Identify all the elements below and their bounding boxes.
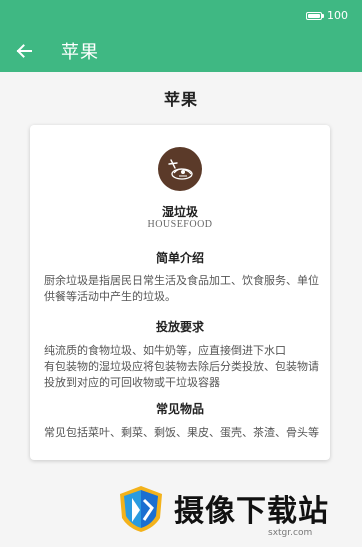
category-name-en: HOUSEFOOD [147,219,213,230]
back-button[interactable] [13,40,35,62]
intro-body: 厨余垃圾是指居民日常生活及食品加工、饮食服务、单位供餐等活动中产生的垃圾。 [44,274,319,303]
battery-indicator: 100 [306,9,348,22]
category-card: 湿垃圾 HOUSEFOOD 简单介绍 厨余垃圾是指居民日常生活及食品加工、饮食服… [30,125,330,460]
status-bar: 100 [0,0,362,30]
arrow-left-icon [16,44,32,58]
category-name: 湿垃圾 [161,205,198,219]
battery-icon [306,11,322,20]
watermark-url: sxtgr.com [268,528,313,538]
app-bar-title: 苹果 [61,42,99,63]
watermark-logo-icon [120,486,162,532]
watermark-text: 摄像下载站 [174,494,329,529]
common-items-body: 常见包括菜叶、剩菜、剩饭、果皮、蛋壳、茶渣、骨头等 [44,426,319,439]
intro-title: 简单介绍 [155,251,204,265]
app-bar: 苹果 [0,30,362,72]
page-heading: 苹果 [163,90,198,109]
common-items-title: 常见物品 [155,402,204,416]
battery-level: 100 [327,9,348,22]
watermark: 摄像下载站 sxtgr.com [118,484,358,544]
requirements-line-2: 有包装物的湿垃圾应将包装物去除后分类投放、包装物请投放到对应的可回收物或干垃圾容… [44,360,319,389]
requirements-line-1: 纯流质的食物垃圾、如牛奶等，应直接倒进下水口 [44,344,286,357]
requirements-title: 投放要求 [155,320,204,334]
wet-garbage-icon [158,147,202,191]
